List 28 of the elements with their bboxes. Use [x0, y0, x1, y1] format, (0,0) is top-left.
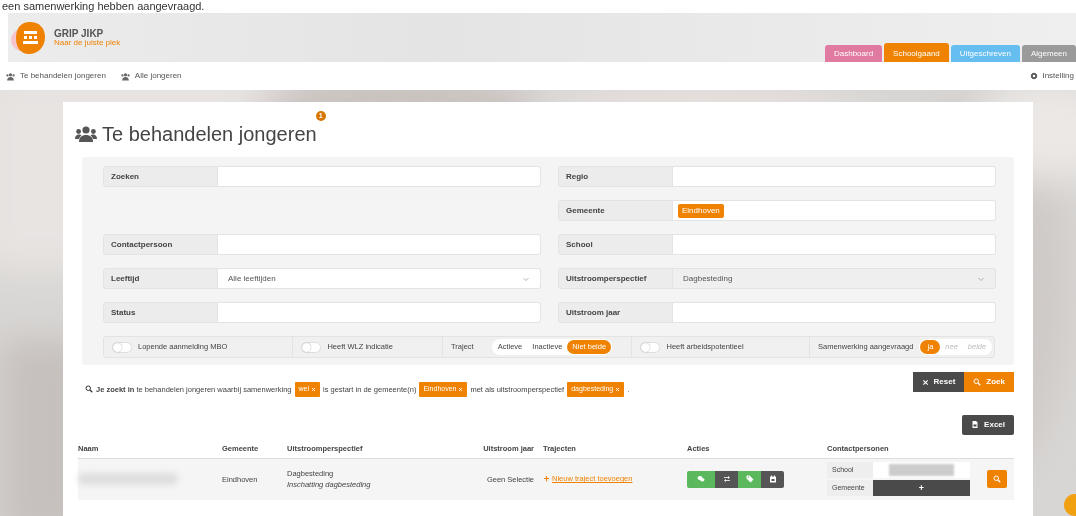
reset-button[interactable]: Reset — [912, 372, 965, 392]
field-label: Leeftijd — [103, 268, 218, 289]
tag-input-field[interactable]: Eindhoven — [673, 200, 996, 221]
field-label: Uitstroomperspectief — [558, 268, 673, 289]
select-field[interactable]: Alle leeftijden — [218, 268, 541, 289]
nav-tab[interactable]: Uitgeschreven — [950, 45, 1020, 62]
field-label: Uitstroom jaar — [558, 302, 673, 323]
nav-tab[interactable]: Dashboard — [824, 45, 883, 62]
caption-text: een samenwerking hebben aangevraagd. — [1, 0, 206, 13]
page-title: Te behandelen jongeren — [102, 123, 317, 145]
app-tagline: Naar de juiste plek — [54, 38, 121, 48]
field-label: Status — [103, 302, 218, 323]
field-label: Contactpersoon — [103, 234, 218, 255]
app-title: GRIP JIKP — [54, 27, 105, 39]
field-label: Regio — [558, 166, 673, 187]
search-button[interactable]: Zoek — [964, 372, 1014, 392]
nav-tab[interactable]: Schoolgaand — [884, 43, 949, 62]
add-contact-button[interactable]: + — [873, 480, 970, 497]
field-label: Gemeente — [558, 200, 673, 221]
field-label: School — [558, 234, 673, 255]
excel-button[interactable]: Excel — [962, 414, 1014, 435]
nav-tab[interactable]: Algemeen — [1021, 45, 1076, 62]
selected-tag[interactable]: Eindhoven — [678, 203, 724, 218]
nav-link[interactable]: Alle jongeren — [119, 70, 182, 82]
field-label: Zoeken — [103, 166, 218, 187]
nav-link[interactable]: Te behandelen jongeren — [5, 70, 106, 82]
settings-link[interactable]: Instelling — [1030, 70, 1074, 82]
select-field: Dagbesteding — [673, 268, 996, 289]
